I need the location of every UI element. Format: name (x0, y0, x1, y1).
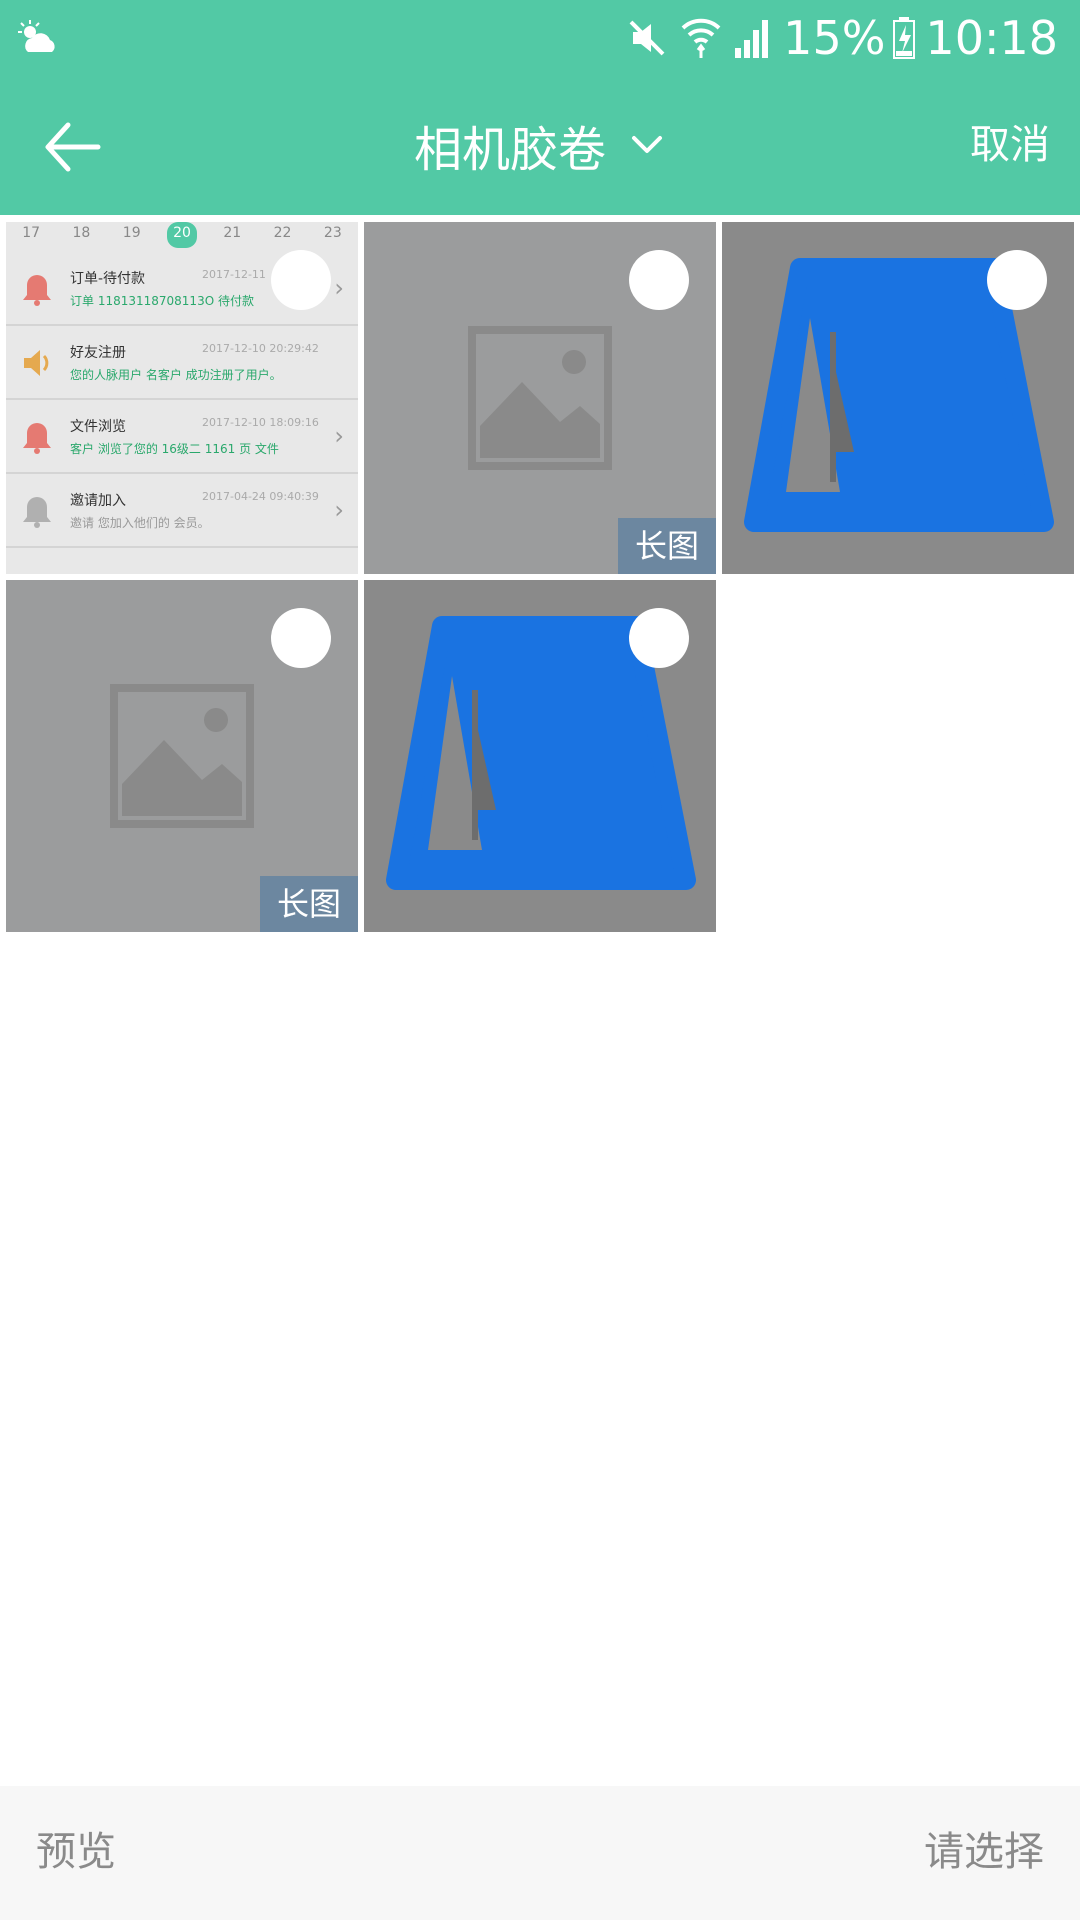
chevron-right-icon: › (334, 496, 344, 524)
cancel-button[interactable]: 取消 (970, 115, 1050, 175)
clock: 10:18 (925, 11, 1058, 65)
photo-item[interactable]: 长图 (364, 222, 716, 574)
notification-row: 文件浏览 2017-12-10 18:09:16 客户 浏览了您的 16级二 1… (6, 400, 358, 474)
preview-button[interactable]: 预览 (36, 1822, 116, 1882)
notification-title: 文件浏览 (70, 419, 126, 435)
bell-icon (23, 423, 51, 454)
notification-title: 好友注册 (70, 345, 126, 361)
notification-row: 邀请加入 2017-04-24 09:40:39 邀请 您加入他们的 会员。 › (6, 474, 358, 548)
select-checkbox[interactable] (629, 250, 689, 310)
page-title: 相机胶卷 (413, 122, 606, 178)
wifi-icon (681, 18, 721, 58)
battery-charging-icon (893, 17, 916, 59)
select-checkbox[interactable] (629, 608, 689, 668)
long-image-badge: 长图 (260, 876, 358, 932)
notification-title: 订单-待付款 (70, 271, 146, 287)
notification-detail: 客户 浏览了您的 16级二 1161 页 文件 (70, 442, 279, 456)
calendar-day: 18 (72, 225, 91, 241)
battery-percent: 15% (783, 11, 886, 65)
notification-time: 2017-12-10 18:09:16 (202, 416, 319, 429)
notification-time: 2017-12-11 (202, 268, 266, 281)
status-icons: 15% 10:18 (627, 10, 1058, 66)
select-checkbox[interactable] (271, 608, 331, 668)
notification-detail: 邀请 您加入他们的 会员。 (70, 516, 210, 530)
select-checkbox[interactable] (271, 250, 331, 310)
title-area: 相机胶卷 (0, 75, 1080, 215)
notification-title: 邀请加入 (70, 493, 126, 509)
calendar-day: 17 (22, 225, 41, 241)
calendar-strip: 17 18 19 20 21 22 23 (6, 222, 358, 248)
notification-detail: 订单 11813118708113O 待付款 (70, 294, 254, 308)
photo-item[interactable]: 长图 (6, 580, 358, 932)
album-selector[interactable]: 相机胶卷 (414, 110, 666, 180)
chevron-down-icon (632, 136, 662, 153)
status-bar: 15% 10:18 (0, 0, 1080, 75)
notification-row: 好友注册 2017-12-10 20:29:42 您的人脉用户 名客户 成功注册… (6, 326, 358, 400)
select-checkbox[interactable] (987, 250, 1047, 310)
image-placeholder-icon (468, 326, 612, 470)
calendar-day-active: 20 (166, 222, 197, 248)
calendar-day: 22 (273, 225, 292, 241)
weather-icon (18, 20, 55, 52)
notification-time: 2017-12-10 20:29:42 (202, 342, 319, 355)
app-bar: 相机胶卷 取消 (0, 75, 1080, 215)
calendar-day: 21 (223, 225, 242, 241)
confirm-select-button[interactable]: 请选择 (924, 1822, 1044, 1882)
bell-icon (23, 497, 51, 528)
mute-icon (629, 20, 665, 56)
notification-detail: 您的人脉用户 名客户 成功注册了用户。 (70, 368, 282, 382)
signal-icon (735, 20, 769, 58)
notification-time: 2017-04-24 09:40:39 (202, 490, 319, 503)
chevron-right-icon: › (334, 274, 344, 302)
calendar-day: 19 (122, 225, 141, 241)
photo-item[interactable]: 17 18 19 20 21 22 23 订单-待付款 2017-12-11 订… (6, 222, 358, 574)
photo-item[interactable] (722, 222, 1074, 574)
image-placeholder-icon (110, 684, 254, 828)
chevron-right-icon: › (334, 422, 344, 450)
bottom-bar: 预览 请选择 (0, 1786, 1080, 1920)
bell-icon (23, 275, 51, 306)
calendar-day: 23 (323, 225, 342, 241)
photo-item[interactable] (364, 580, 716, 932)
speaker-icon (24, 350, 49, 376)
long-image-badge: 长图 (618, 518, 716, 574)
